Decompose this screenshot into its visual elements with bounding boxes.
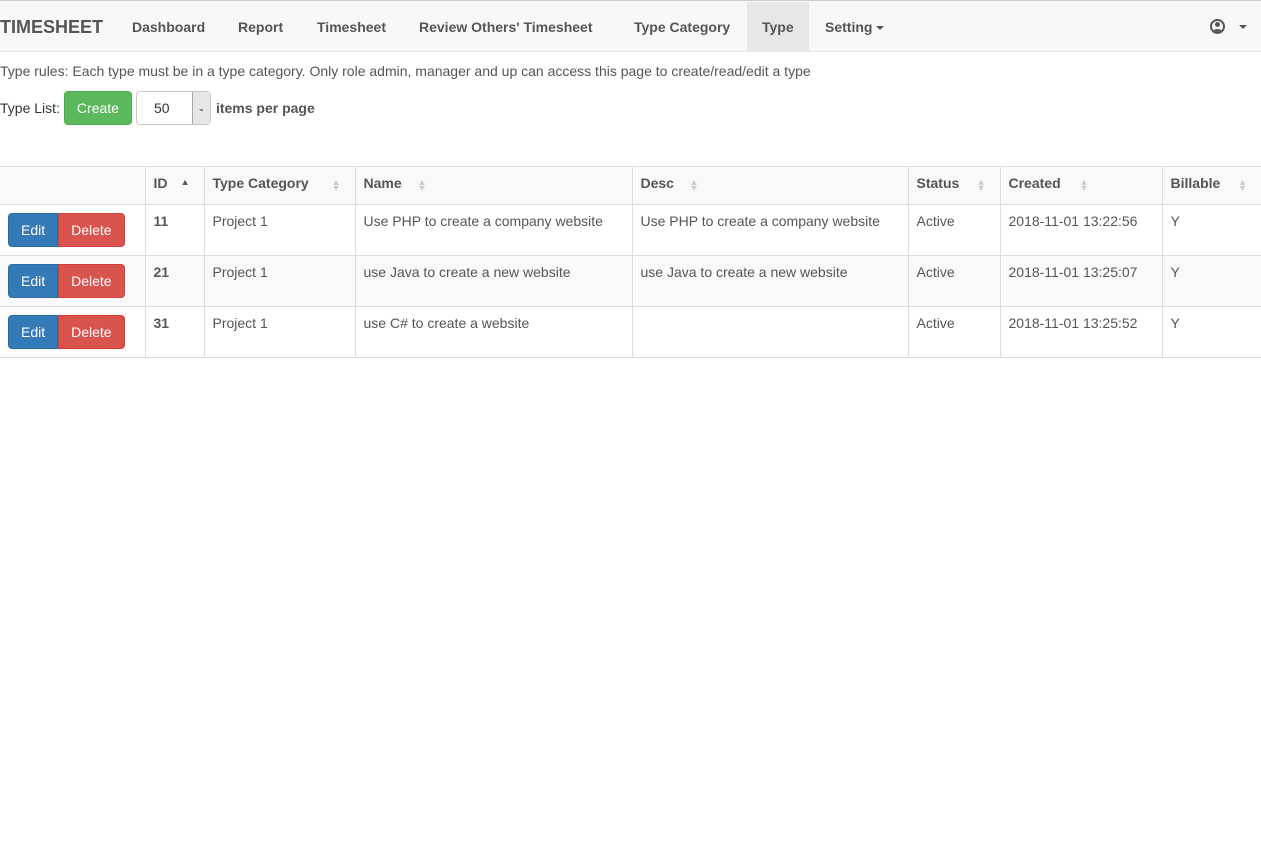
cell-name: use Java to create a new website <box>354 255 633 307</box>
sort-asc-icon: ▲ <box>180 177 190 187</box>
cell-status: Active <box>907 255 1001 307</box>
delete-button[interactable]: Delete <box>58 213 125 247</box>
user-circle-icon <box>1210 19 1225 34</box>
cell-created: 2018-11-01 13:25:52 <box>999 306 1163 358</box>
nav-type-category[interactable]: Type Category <box>619 2 745 52</box>
sort-icon: ▲ ▼ <box>417 177 427 193</box>
row-actions: Edit Delete <box>0 306 146 358</box>
cell-id: 11 <box>144 204 205 256</box>
header-label: Type Category <box>212 175 309 191</box>
row-actions: Edit Delete <box>0 255 146 307</box>
type-table: ID ▲ Type Category ▲ ▼ Name ▲ ▼ Desc ▲ ▼ Status… <box>0 166 1261 358</box>
caret-down-icon <box>1239 24 1247 29</box>
navbar: TIMESHEET Dashboard Report Timesheet Rev… <box>0 0 1261 52</box>
cell-desc <box>631 306 909 358</box>
table-row: Edit Delete 11 Project 1 Use PHP to creat… <box>0 204 1261 256</box>
edit-button[interactable]: Edit <box>8 315 59 349</box>
nav-type[interactable]: Type <box>747 2 809 52</box>
cell-name: Use PHP to create a company website <box>354 204 633 256</box>
table-row: Edit Delete 21 Project 1 use Java to crea… <box>0 255 1261 307</box>
delete-button[interactable]: Delete <box>58 264 125 298</box>
cell-status: Active <box>907 306 1001 358</box>
header-label: Created <box>1008 175 1061 191</box>
cell-billable: Y <box>1161 255 1261 307</box>
cell-id: 31 <box>144 306 205 358</box>
header-name[interactable]: Name ▲ ▼ <box>354 166 633 205</box>
cell-created: 2018-11-01 13:22:56 <box>999 204 1163 256</box>
brand[interactable]: TIMESHEET <box>0 17 103 38</box>
header-desc[interactable]: Desc ▲ ▼ <box>631 166 909 205</box>
header-label: Desc <box>640 175 674 191</box>
nav-report[interactable]: Report <box>223 2 298 52</box>
cell-billable: Y <box>1161 204 1261 256</box>
cell-desc: Use PHP to create a company website <box>631 204 909 256</box>
header-type-category[interactable]: Type Category ▲ ▼ <box>203 166 356 205</box>
toolbar: Type List: Create 50 ⌄ items per page <box>0 91 315 125</box>
table-row: Edit Delete 31 Project 1 use C# to create… <box>0 306 1261 358</box>
cell-billable: Y <box>1161 306 1261 358</box>
header-label: Billable <box>1170 175 1221 191</box>
per-page-select[interactable]: 50 ⌄ <box>135 91 211 125</box>
items-per-page-label: items per page <box>215 100 315 116</box>
row-actions: Edit Delete <box>0 204 146 256</box>
nav-dashboard[interactable]: Dashboard <box>117 2 220 52</box>
user-menu[interactable] <box>1210 19 1247 34</box>
type-list-label: Type List: <box>0 100 60 116</box>
header-actions <box>0 166 146 205</box>
header-billable[interactable]: Billable ▲ ▼ <box>1161 166 1261 205</box>
delete-button[interactable]: Delete <box>58 315 125 349</box>
type-rules-text: Type rules: Each type must be in a type … <box>0 63 811 79</box>
cell-type-category: Project 1 <box>203 255 356 307</box>
cell-id: 21 <box>144 255 205 307</box>
header-label: ID <box>153 175 168 191</box>
cell-name: use C# to create a website <box>354 306 633 358</box>
per-page-value: 50 <box>153 100 170 116</box>
nav-review-timesheet[interactable]: Review Others' Timesheet <box>404 2 607 52</box>
sort-icon: ▲ ▼ <box>1079 177 1089 193</box>
chevron-down-icon: ⌄ <box>191 92 210 124</box>
nav-setting-label: Setting <box>825 19 873 35</box>
sort-icon: ▲ ▼ <box>689 177 699 193</box>
cell-created: 2018-11-01 13:25:07 <box>999 255 1163 307</box>
sort-icon: ▲ ▼ <box>331 177 341 193</box>
sort-icon: ▲ ▼ <box>976 177 986 193</box>
cell-type-category: Project 1 <box>203 204 356 256</box>
cell-desc: use Java to create a new website <box>631 255 909 307</box>
create-button[interactable]: Create <box>63 91 132 125</box>
caret-down-icon <box>876 26 885 31</box>
edit-button[interactable]: Edit <box>8 213 59 247</box>
cell-status: Active <box>907 204 1001 256</box>
nav-timesheet[interactable]: Timesheet <box>302 2 401 52</box>
header-id[interactable]: ID ▲ <box>144 166 205 205</box>
nav-setting[interactable]: Setting <box>810 2 899 52</box>
edit-button[interactable]: Edit <box>8 264 59 298</box>
sort-icon: ▲ ▼ <box>1238 177 1247 193</box>
cell-type-category: Project 1 <box>203 306 356 358</box>
header-status[interactable]: Status ▲ ▼ <box>907 166 1001 205</box>
header-created[interactable]: Created ▲ ▼ <box>999 166 1163 205</box>
header-label: Name <box>363 175 402 191</box>
header-label: Status <box>916 175 960 191</box>
